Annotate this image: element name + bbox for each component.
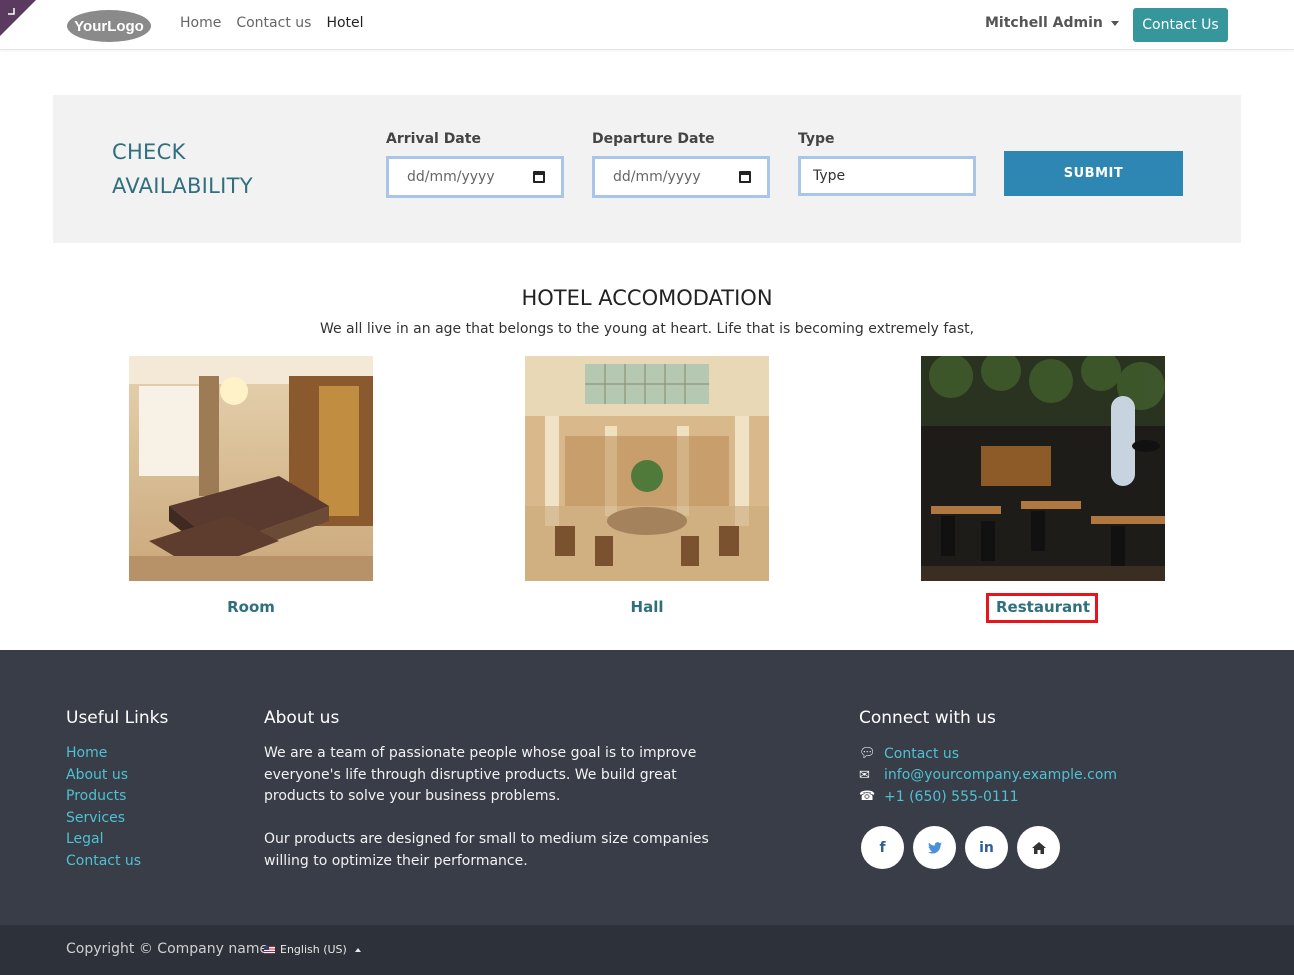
language-label: English (US)	[280, 943, 347, 956]
copyright-bar: Copyright © Company name English (US)	[0, 925, 1294, 975]
home-icon[interactable]	[1017, 826, 1060, 869]
accommodation-title: HOTEL ACCOMODATION	[521, 286, 773, 310]
copyright-text: Copyright © Company name	[66, 941, 269, 957]
departure-date-input[interactable]: dd/mm/yyyy	[592, 156, 770, 198]
footer-link-services[interactable]: Services	[66, 808, 141, 830]
us-flag-icon	[264, 945, 275, 954]
social-links: f in	[861, 826, 1060, 869]
arrival-date-input[interactable]: dd/mm/yyyy	[386, 156, 564, 198]
comment-icon: 💬︎	[859, 746, 876, 762]
top-navbar: YourLogo Home Contact us Hotel Mitchell …	[0, 0, 1294, 50]
accommodation-subtitle: We all live in an age that belongs to th…	[319, 321, 975, 337]
user-name: Mitchell Admin	[985, 15, 1103, 31]
footer: Useful Links Home About us Products Serv…	[0, 650, 1294, 925]
type-value: Type	[813, 168, 846, 184]
user-menu[interactable]: Mitchell Admin	[985, 15, 1119, 31]
about-paragraph-2: Our products are designed for small to m…	[264, 831, 709, 869]
useful-links-list: Home About us Products Services Legal Co…	[66, 743, 141, 873]
departure-date-placeholder: dd/mm/yyyy	[613, 169, 701, 185]
type-label: Type	[798, 131, 835, 147]
nav-contact-us[interactable]: Contact us	[236, 15, 311, 31]
about-us-text: We are a team of passionate people whose…	[264, 743, 734, 873]
nav-hotel[interactable]: Hotel	[326, 15, 363, 31]
contact-us-link-text: Contact us	[884, 745, 960, 762]
edit-mode-corner-icon[interactable]	[0, 0, 36, 36]
check-availability-panel: CHECK AVAILABILITY Arrival Date dd/mm/yy…	[53, 95, 1241, 243]
main-nav: Home Contact us Hotel	[180, 15, 364, 31]
submit-button[interactable]: SUBMIT	[1004, 151, 1183, 196]
logo[interactable]: YourLogo	[66, 9, 152, 43]
email-link[interactable]: ✉︎ info@yourcompany.example.com	[859, 765, 1117, 787]
room-image[interactable]	[129, 356, 373, 581]
contact-us-link[interactable]: 💬︎ Contact us	[859, 743, 1117, 765]
title-line-2: AVAILABILITY	[112, 174, 253, 198]
logo-text: YourLogo	[74, 18, 144, 35]
nav-home[interactable]: Home	[180, 15, 221, 31]
language-selector[interactable]: English (US)	[264, 943, 361, 956]
phone-text: +1 (650) 555-0111	[884, 788, 1019, 805]
connect-title: Connect with us	[859, 708, 996, 728]
arrival-date-label: Arrival Date	[386, 131, 481, 147]
hall-label[interactable]: Hall	[525, 598, 769, 616]
footer-link-home[interactable]: Home	[66, 743, 141, 765]
arrival-date-placeholder: dd/mm/yyyy	[407, 169, 495, 185]
type-select[interactable]: Type	[798, 156, 976, 196]
about-paragraph-1: We are a team of passionate people whose…	[264, 745, 697, 805]
calendar-icon[interactable]	[739, 171, 751, 183]
calendar-icon[interactable]	[533, 171, 545, 183]
phone-link[interactable]: ☎︎ +1 (650) 555-0111	[859, 786, 1117, 808]
caret-down-icon	[1110, 20, 1119, 26]
contact-us-button[interactable]: Contact Us	[1133, 8, 1228, 42]
highlight-box	[986, 593, 1098, 623]
footer-link-products[interactable]: Products	[66, 786, 141, 808]
check-availability-title: CHECK AVAILABILITY	[112, 135, 292, 203]
restaurant-image[interactable]	[921, 356, 1165, 581]
linkedin-icon[interactable]: in	[965, 826, 1008, 869]
about-us-title: About us	[264, 708, 340, 728]
departure-date-label: Departure Date	[592, 131, 715, 147]
twitter-icon[interactable]	[913, 826, 956, 869]
phone-icon: ☎︎	[859, 789, 876, 805]
title-line-1: CHECK	[112, 140, 186, 164]
hall-image[interactable]	[525, 356, 769, 581]
envelope-icon: ✉︎	[859, 767, 870, 783]
connect-list: 💬︎ Contact us ✉︎ info@yourcompany.exampl…	[859, 743, 1117, 808]
footer-link-legal[interactable]: Legal	[66, 829, 141, 851]
useful-links-title: Useful Links	[66, 708, 169, 728]
footer-link-contact-us[interactable]: Contact us	[66, 851, 141, 873]
facebook-icon[interactable]: f	[861, 826, 904, 869]
footer-link-about-us[interactable]: About us	[66, 765, 141, 787]
room-label[interactable]: Room	[129, 598, 373, 616]
email-text: info@yourcompany.example.com	[884, 767, 1118, 784]
caret-up-icon	[354, 947, 361, 952]
